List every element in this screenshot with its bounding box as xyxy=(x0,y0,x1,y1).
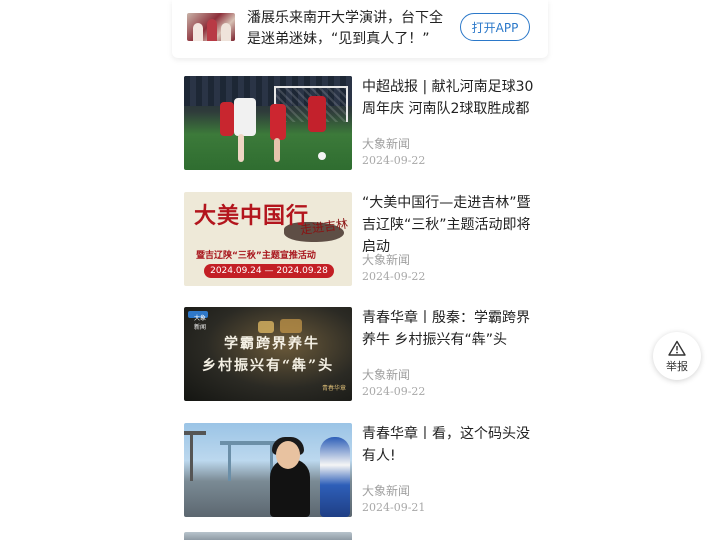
news-item[interactable]: 大象新闻 学霸跨界养牛 乡村振兴有“犇”头 青春华章 青春华章丨殷秦：学霸跨界养… xyxy=(184,307,544,401)
news-source: 大象新闻 xyxy=(362,484,411,498)
news-item[interactable]: 中超战报 | 献礼河南足球30周年庆 河南队2球取胜成都 大象新闻 2024-0… xyxy=(184,76,544,170)
news-source: 大象新闻 xyxy=(362,253,411,267)
thumb-line-1: 学霸跨界养牛 xyxy=(224,336,320,352)
banner-thumbnail xyxy=(187,13,235,41)
news-item[interactable]: 大美中国行 走进吉林 暨吉辽陕“三秋”主题宣推活动 2024.09.24 — 2… xyxy=(184,192,544,286)
thumb-line-2: 乡村振兴有“犇”头 xyxy=(202,358,335,374)
report-label: 举报 xyxy=(666,360,688,373)
news-thumbnail xyxy=(184,76,352,170)
news-date: 2024-09-22 xyxy=(362,385,426,398)
news-source: 大象新闻 xyxy=(362,137,411,151)
next-news-thumbnail-partial xyxy=(184,532,352,540)
news-date: 2024-09-22 xyxy=(362,270,426,283)
thumb-subtitle: 暨吉辽陕“三秋”主题宣推活动 xyxy=(196,251,316,261)
thumb-headline: 大美中国行 xyxy=(194,203,310,229)
news-thumbnail: 大象新闻 学霸跨界养牛 乡村振兴有“犇”头 青春华章 xyxy=(184,307,352,401)
open-app-button[interactable]: 打开APP xyxy=(460,13,530,41)
news-title[interactable]: 青春华章丨殷秦：学霸跨界养牛 乡村振兴有“犇”头 xyxy=(362,307,534,351)
warning-triangle-icon xyxy=(668,340,686,356)
news-date: 2024-09-21 xyxy=(362,501,426,514)
open-app-banner[interactable]: 潘展乐来南开大学演讲，台下全是迷弟迷妹，“见到真人了！” 打开APP xyxy=(172,0,548,58)
report-button[interactable]: 举报 xyxy=(653,332,701,380)
thumb-tag: 青春华章 xyxy=(322,385,347,392)
news-item[interactable]: 青春华章丨看，这个码头没有人! 大象新闻 2024-09-21 xyxy=(184,423,544,517)
news-thumbnail xyxy=(184,423,352,517)
news-date: 2024-09-22 xyxy=(362,154,426,167)
news-title[interactable]: 青春华章丨看，这个码头没有人! xyxy=(362,423,534,467)
news-title[interactable]: 中超战报 | 献礼河南足球30周年庆 河南队2球取胜成都 xyxy=(362,76,534,120)
news-title[interactable]: “大美中国行—走进吉林”暨吉辽陕“三秋”主题活动即将启动 xyxy=(362,192,534,258)
news-source: 大象新闻 xyxy=(362,368,411,382)
banner-headline: 潘展乐来南开大学演讲，台下全是迷弟迷妹，“见到真人了！” xyxy=(247,10,443,47)
news-thumbnail: 大美中国行 走进吉林 暨吉辽陕“三秋”主题宣推活动 2024.09.24 — 2… xyxy=(184,192,352,286)
thumb-logo-text: 大象新闻 xyxy=(194,315,207,331)
thumb-dates: 2024.09.24 — 2024.09.28 xyxy=(204,264,334,278)
